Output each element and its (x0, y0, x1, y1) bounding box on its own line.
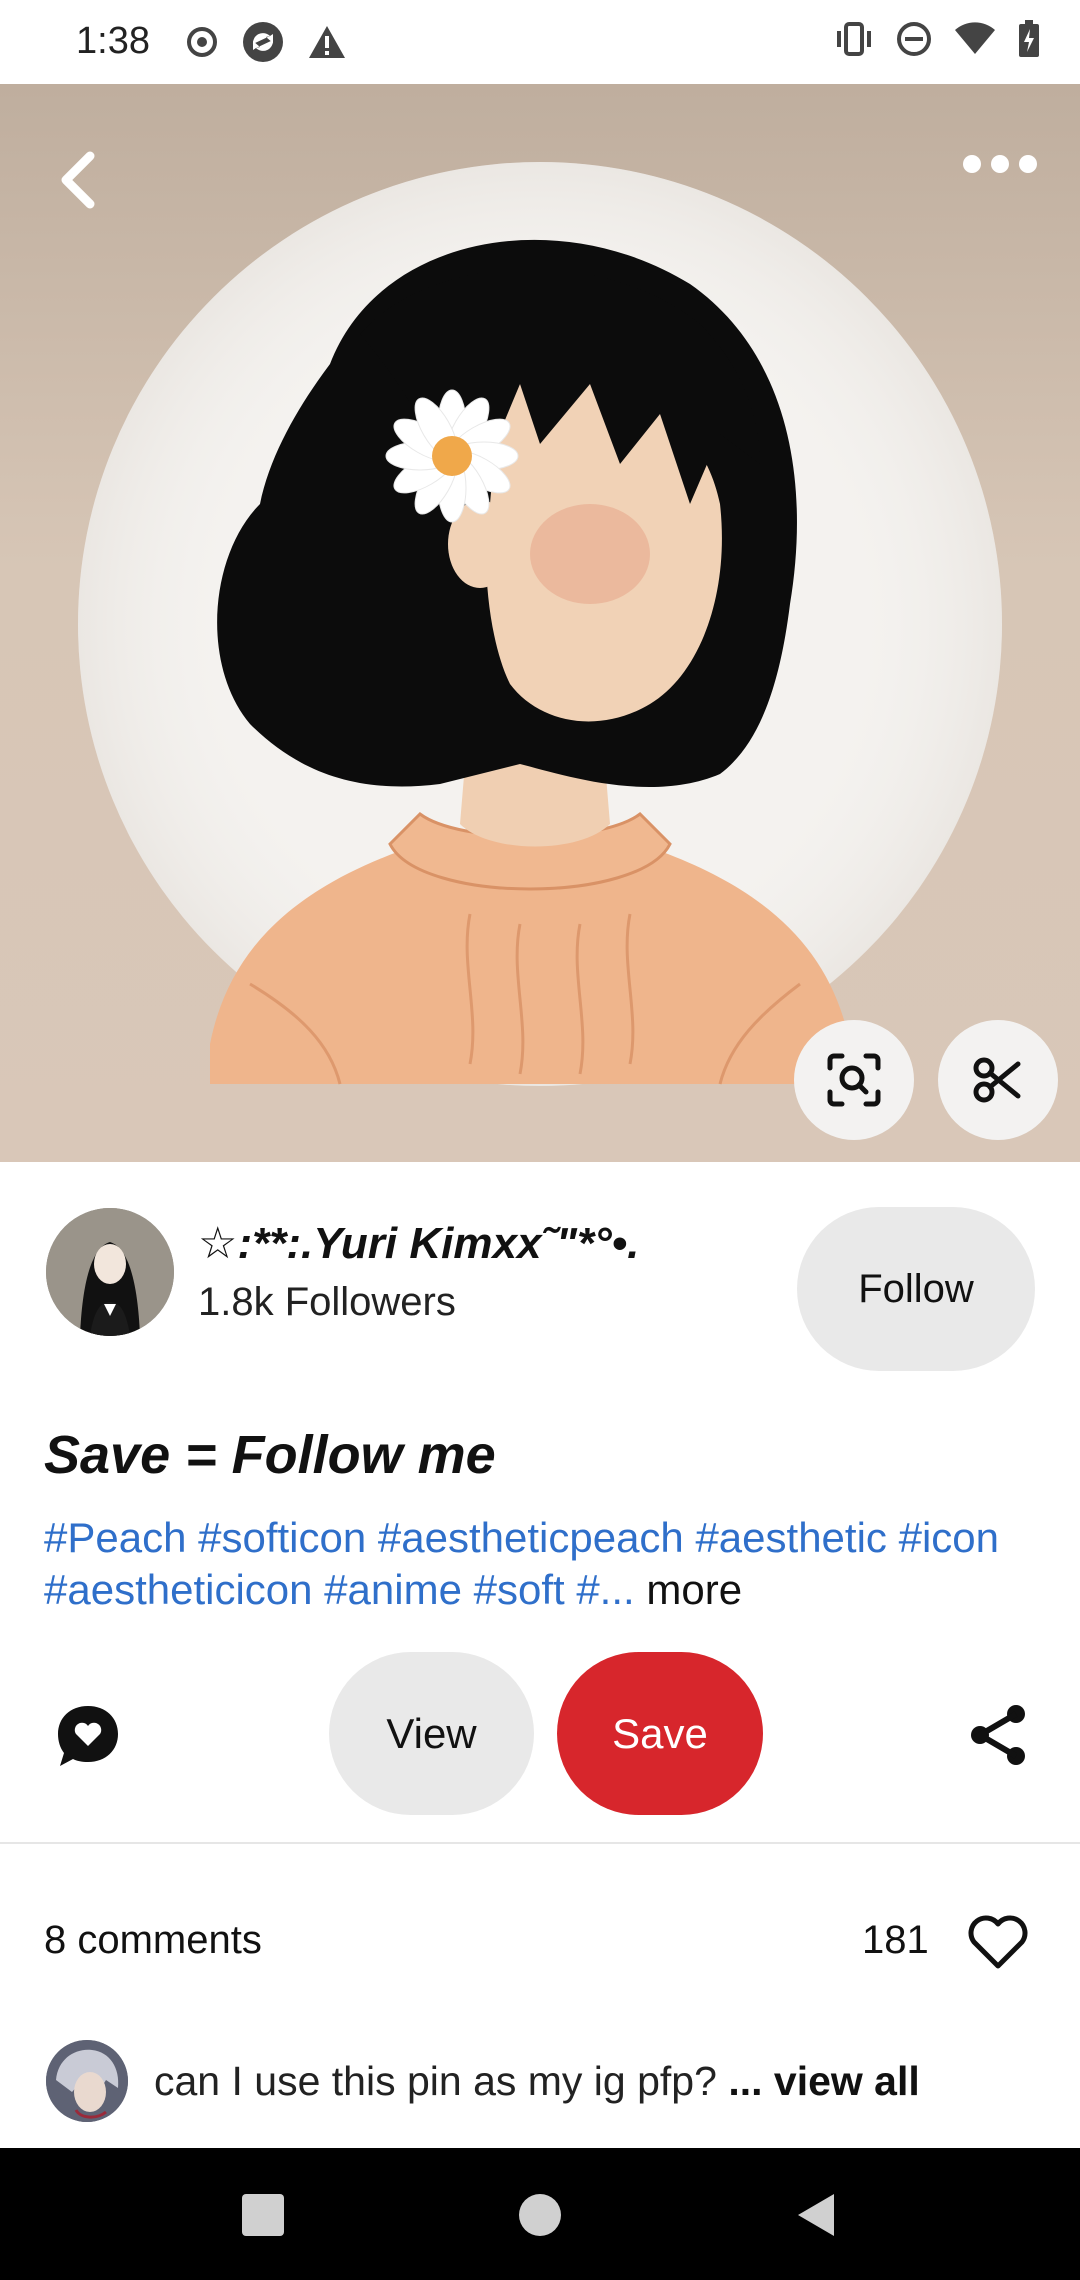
system-nav-bar (0, 2148, 1080, 2280)
comment-button[interactable] (52, 1700, 124, 1772)
comment-heart-icon (58, 1706, 118, 1766)
more-options-button[interactable] (950, 134, 1050, 194)
recents-square-icon[interactable] (238, 2190, 288, 2240)
likes-count: 181 (862, 1918, 929, 1962)
share-icon (971, 1705, 1025, 1765)
scissors-icon (973, 1057, 1021, 1103)
battery-icon (1019, 20, 1039, 57)
visual-search-button[interactable] (794, 1020, 914, 1140)
share-button[interactable] (964, 1700, 1034, 1770)
more-link[interactable]: more (646, 1566, 742, 1613)
pin-image[interactable] (0, 84, 1080, 1162)
record-icon (187, 27, 217, 57)
warning-icon (309, 26, 345, 58)
comment-preview-text: can I use this pin as my ig pfp? (154, 2058, 717, 2104)
follow-button[interactable]: Follow (797, 1207, 1035, 1371)
author-name[interactable]: ☆:**:.Yuri Kimxx˜"*°•. (198, 1218, 639, 1269)
hashtags-text[interactable]: #Peach #softicon #aestheticpeach #aesthe… (44, 1514, 999, 1613)
commenter-avatar[interactable] (46, 2040, 128, 2122)
pin-title: Save = Follow me (44, 1425, 496, 1485)
comments-count[interactable]: 8 comments (44, 1918, 262, 1963)
author-followers: 1.8k Followers (198, 1280, 456, 1324)
author-avatar-image (46, 1208, 174, 1336)
save-button[interactable]: Save (557, 1652, 763, 1815)
status-time: 1:38 (76, 20, 150, 62)
wifi-icon (955, 22, 995, 54)
status-bar: 1:38 (0, 0, 1080, 84)
pin-tags[interactable]: #Peach #softicon #aestheticpeach #aesthe… (44, 1512, 1034, 1616)
home-circle-icon[interactable] (515, 2190, 565, 2240)
comment-preview[interactable]: can I use this pin as my ig pfp? ... vie… (154, 2058, 920, 2105)
chevron-left-icon (61, 151, 95, 209)
heart-outline-icon (968, 1915, 1028, 1969)
back-triangle-icon[interactable] (792, 2190, 842, 2240)
like-button[interactable] (966, 1912, 1030, 1972)
back-button[interactable] (40, 140, 120, 220)
commenter-avatar-image (46, 2040, 128, 2122)
vibrate-icon (837, 22, 871, 56)
cutout-button[interactable] (938, 1020, 1058, 1140)
dnd-icon (897, 22, 931, 56)
more-horizontal-icon (963, 155, 1037, 173)
author-avatar[interactable] (46, 1208, 174, 1336)
view-button[interactable]: View (329, 1652, 534, 1815)
view-all-link[interactable]: ... view all (728, 2058, 919, 2104)
pin-illustration (78, 162, 1002, 1086)
divider (0, 1842, 1080, 1844)
sync-icon (243, 22, 283, 62)
visual-search-icon (827, 1053, 881, 1107)
